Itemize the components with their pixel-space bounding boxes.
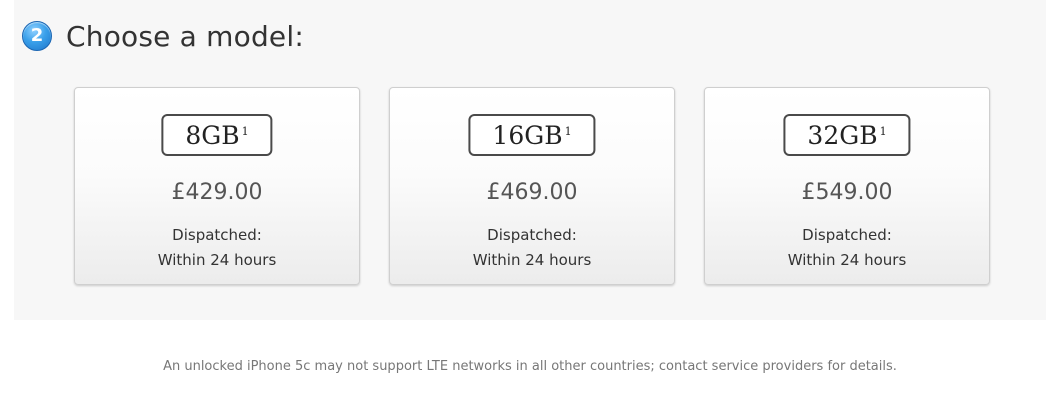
price: £429.00: [171, 180, 263, 205]
step-number-icon: 2: [22, 21, 52, 51]
step-header: 2 Choose a model:: [22, 16, 304, 56]
dispatch-label: Dispatched:: [487, 226, 577, 244]
capacity-label: 16GB 1: [468, 114, 596, 156]
price: £469.00: [486, 180, 578, 205]
capacity-text: 32GB: [807, 120, 878, 150]
lte-footnote: An unlocked iPhone 5c may not support LT…: [163, 359, 897, 374]
dispatch-time: Within 24 hours: [472, 251, 592, 269]
dispatch-label: Dispatched:: [802, 226, 892, 244]
model-option-32gb[interactable]: 32GB 1 £549.00 Dispatched: Within 24 hour…: [704, 87, 990, 285]
capacity-label: 8GB 1: [161, 114, 273, 156]
footnote-marker: 1: [879, 124, 887, 138]
dispatch-label: Dispatched:: [172, 226, 262, 244]
step-title: Choose a model:: [66, 19, 304, 53]
dispatch-time: Within 24 hours: [787, 251, 907, 269]
capacity-label: 32GB 1: [783, 114, 911, 156]
footnote-marker: 1: [241, 124, 249, 138]
price: £549.00: [801, 180, 893, 205]
model-option-16gb[interactable]: 16GB 1 £469.00 Dispatched: Within 24 hour…: [389, 87, 675, 285]
model-option-8gb[interactable]: 8GB 1 £429.00 Dispatched: Within 24 hours: [74, 87, 360, 285]
footnote-marker: 1: [564, 124, 572, 138]
capacity-text: 16GB: [492, 120, 563, 150]
capacity-text: 8GB: [185, 120, 240, 150]
dispatch-time: Within 24 hours: [157, 251, 277, 269]
